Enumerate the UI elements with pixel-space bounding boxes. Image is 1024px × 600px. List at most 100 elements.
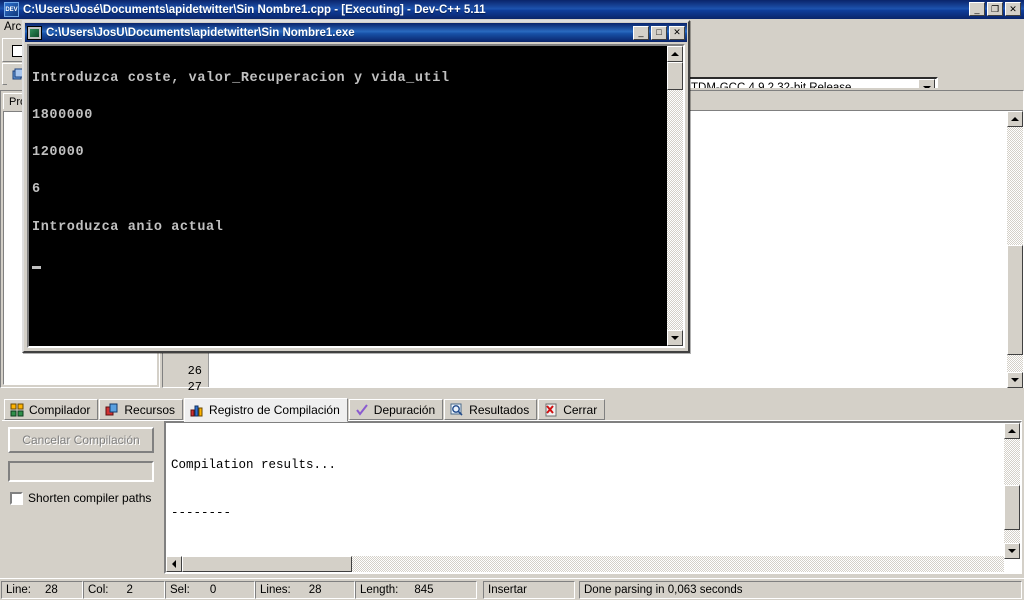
tab-cerrar[interactable]: Cerrar	[538, 399, 606, 420]
scrollbar-track[interactable]	[667, 90, 683, 330]
code-line: return 0;	[210, 379, 1007, 387]
console-minimize-button[interactable]: _	[633, 25, 649, 40]
console-title-text: C:\Users\JosÚ\Documents\apidetwitter\Sin…	[46, 26, 355, 39]
scroll-up-icon[interactable]	[1007, 111, 1023, 127]
status-length-value: 845	[414, 583, 434, 596]
scrollbar-thumb[interactable]	[1007, 245, 1023, 355]
console-vertical-scrollbar[interactable]	[667, 46, 683, 346]
scrollbar-thumb[interactable]	[1004, 485, 1020, 530]
scroll-left-icon[interactable]	[166, 556, 182, 572]
resources-icon	[105, 403, 118, 415]
ide-titlebar: DEV C:\Users\José\Documents\apidetwitter…	[0, 0, 1024, 19]
status-lines-value: 28	[308, 583, 322, 596]
console-window[interactable]: C:\Users\JosÚ\Documents\apidetwitter\Sin…	[22, 20, 690, 353]
status-line: Line: 28	[1, 580, 83, 599]
status-insert-mode: Insertar	[483, 580, 575, 599]
tab-label: Registro de Compilación	[209, 403, 340, 417]
status-col-value: 2	[126, 583, 133, 596]
dev-cpp-window: DEV C:\Users\José\Documents\apidetwitter…	[0, 0, 1024, 600]
scroll-up-icon[interactable]	[667, 46, 683, 62]
status-lines: Lines: 28	[255, 580, 355, 599]
chevron-down-icon[interactable]	[918, 79, 935, 88]
ide-close-button[interactable]: ✕	[1005, 2, 1021, 16]
scrollbar-thumb[interactable]	[667, 62, 683, 90]
tab-depuracion[interactable]: Depuración	[348, 399, 444, 420]
log-line: --------	[171, 506, 232, 520]
tab-label: Recursos	[124, 402, 176, 417]
scroll-down-icon[interactable]	[667, 330, 683, 346]
ide-restore-button[interactable]: ❐	[987, 2, 1003, 16]
status-line-value: 28	[44, 583, 58, 596]
check-icon	[355, 403, 368, 416]
scrollbar-track-right[interactable]	[352, 556, 1004, 572]
status-col: Col: 2	[83, 580, 165, 599]
status-sel-label: Sel:	[170, 583, 190, 596]
status-sel: Sel: 0	[165, 580, 255, 599]
status-line-label: Line:	[6, 583, 31, 596]
compile-progress-bar	[8, 461, 154, 482]
scroll-down-icon[interactable]	[1004, 543, 1020, 559]
close-red-icon	[545, 403, 557, 416]
console-line: Introduzca coste, valor_Recuperacion y v…	[32, 70, 450, 86]
tab-label: Cerrar	[563, 402, 598, 417]
tab-label: Resultados	[469, 402, 530, 417]
editor-vertical-scrollbar[interactable]	[1007, 111, 1023, 388]
compilation-log: Compilation results... -------- - Errors…	[164, 421, 1022, 574]
bottom-panel-tabs: Compilador Recursos Registro de Compilac…	[4, 398, 606, 422]
tab-registro-de-compilacion[interactable]: Registro de Compilación	[184, 398, 348, 422]
bar-chart-icon	[190, 405, 203, 417]
gutter-line-number: 26	[187, 364, 202, 378]
scrollbar-thumb[interactable]	[182, 556, 352, 572]
console-maximize-button[interactable]: □	[651, 25, 667, 40]
gutter-line-number: 27	[187, 380, 202, 394]
scrollbar-track-lower[interactable]	[1004, 530, 1020, 543]
compilation-log-text[interactable]: Compilation results... -------- - Errors…	[168, 425, 1002, 554]
ide-title-text: C:\Users\José\Documents\apidetwitter\Sin…	[23, 3, 486, 16]
compiler-select-value: TDM-GCC 4.9.2 32-bit Release	[691, 81, 852, 89]
console-output[interactable]: Introduzca coste, valor_Recuperacion y v…	[29, 46, 667, 346]
compiler-select[interactable]: TDM-GCC 4.9.2 32-bit Release	[686, 77, 938, 88]
console-line: 1800000	[32, 108, 93, 124]
log-horizontal-scrollbar[interactable]	[166, 556, 1004, 572]
scrollbar-track-upper[interactable]	[1007, 127, 1023, 245]
status-length-label: Length:	[360, 583, 399, 596]
shorten-compiler-paths-checkbox[interactable]	[10, 491, 23, 505]
console-close-button[interactable]: ✕	[669, 25, 685, 40]
cancel-compilation-button[interactable]: Cancelar Compilación	[8, 427, 154, 453]
scroll-down-icon[interactable]	[1007, 372, 1023, 388]
tab-resultados[interactable]: Resultados	[444, 399, 538, 420]
console-titlebar: C:\Users\JosÚ\Documents\apidetwitter\Sin…	[25, 23, 687, 42]
devcpp-app-icon: DEV	[4, 2, 19, 17]
log-line: Compilation results...	[171, 458, 337, 472]
magnifier-icon	[450, 403, 463, 416]
console-line: 120000	[32, 145, 85, 161]
status-sel-value: 0	[209, 583, 217, 596]
console-cursor-line	[32, 259, 667, 271]
console-app-icon	[27, 25, 42, 40]
compiler-grid-icon	[10, 403, 24, 416]
shorten-compiler-paths-label: Shorten compiler paths	[28, 491, 152, 505]
scrollbar-track-upper[interactable]	[1004, 439, 1020, 485]
statusbar: Line: 28 Col: 2 Sel: 0 Lines: 28 Length:…	[0, 578, 1024, 600]
console-line: Introduzca anio actual	[32, 219, 224, 235]
bottom-panel: Compilador Recursos Registro de Compilac…	[0, 396, 1024, 576]
console-line: 6	[32, 182, 41, 198]
status-lines-label: Lines:	[260, 583, 291, 596]
scroll-up-icon[interactable]	[1004, 423, 1020, 439]
ide-minimize-button[interactable]: _	[969, 2, 985, 16]
status-col-label: Col:	[88, 583, 109, 596]
bottom-panel-body: Cancelar Compilación Shorten compiler pa…	[2, 420, 1022, 574]
console-body[interactable]: Introduzca coste, valor_Recuperacion y v…	[27, 44, 685, 348]
tab-compilador[interactable]: Compilador	[4, 399, 99, 420]
shorten-compiler-paths-row[interactable]: Shorten compiler paths	[10, 491, 151, 505]
log-line: - Errors: 0	[171, 553, 1002, 554]
ide-window-buttons: _ ❐ ✕	[969, 2, 1021, 16]
status-message: Done parsing in 0,063 seconds	[579, 580, 1022, 599]
scrollbar-track-lower[interactable]	[1007, 355, 1023, 372]
console-window-buttons: _ □ ✕	[633, 25, 685, 40]
tab-recursos[interactable]: Recursos	[99, 399, 184, 420]
block-caret-icon	[32, 266, 41, 270]
compile-controls: Cancelar Compilación Shorten compiler pa…	[2, 425, 160, 574]
log-vertical-scrollbar[interactable]	[1004, 423, 1020, 559]
menu-item-archivo[interactable]: Arc	[4, 21, 21, 33]
